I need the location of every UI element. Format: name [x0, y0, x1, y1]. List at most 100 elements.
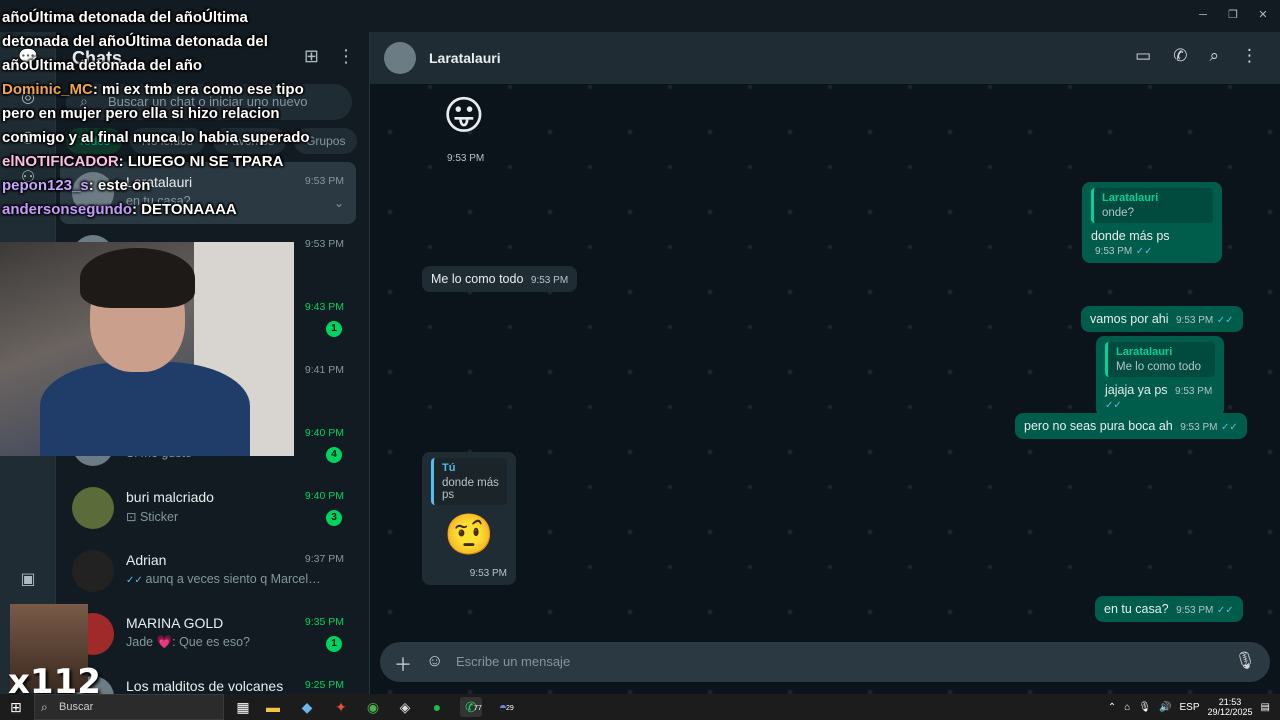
message-bubble[interactable]: 😛 9:53 PM [434, 86, 494, 170]
app-icon[interactable]: ◈ [394, 697, 416, 717]
quote-author: Tú [442, 462, 456, 474]
system-clock[interactable]: 21:53 29/12/2025 [1208, 697, 1253, 717]
chat-time: 9:37 PM [304, 553, 344, 565]
message-time: 9:53 PM [530, 275, 569, 286]
search-icon[interactable]: ⌕ [1209, 46, 1219, 66]
overlay-username: Dominic_MC [2, 81, 93, 98]
notification-icon[interactable]: ▤ [1261, 702, 1270, 713]
quoted-message[interactable]: Tú donde más ps [431, 458, 507, 505]
avatar[interactable] [384, 42, 416, 74]
chat-time: 9:53 PM [304, 238, 344, 250]
message-text: en tu casa? [1104, 602, 1169, 616]
avatar [72, 487, 114, 529]
quoted-message[interactable]: Laratalauri Me lo como todo [1105, 342, 1215, 377]
message-bubble[interactable]: pero no seas pura boca ah 9:53 PM ✓✓ [1015, 413, 1247, 439]
message-text: donde más ps [1091, 229, 1170, 243]
chevron-up-icon[interactable]: ⌃ [1108, 702, 1116, 713]
chat-name: MARINA GOLD [126, 615, 224, 631]
chat-time: 9:43 PM [304, 301, 344, 313]
chat-last-text: Sticker [139, 510, 179, 524]
overlay-text: : LIUEGO NI SE TPARA [118, 153, 284, 170]
unread-badge: 1 [326, 321, 342, 337]
read-ticks-icon: ✓✓ [1105, 400, 1122, 411]
message-composer[interactable]: ＋ ☺ Escribe un mensaje 🎙 [380, 642, 1270, 682]
unread-badge: 3 [326, 510, 342, 526]
media-icon[interactable]: ▣ [16, 568, 40, 592]
phone-icon[interactable]: ✆ [1173, 46, 1187, 66]
video-call-icon[interactable]: ▭ [1135, 46, 1151, 66]
whatsapp-badge: 77 [474, 705, 482, 712]
overlay-message: andersonsegundo: DETONAAAA [2, 198, 312, 222]
chevron-down-icon[interactable]: ⌄ [334, 196, 344, 210]
task-view-icon[interactable]: ▦ [232, 697, 254, 717]
sticker-icon: ⊡ [126, 510, 140, 524]
message-bubble[interactable]: Me lo como todo 9:53 PM [422, 266, 578, 292]
chat-time: 9:40 PM [304, 490, 344, 502]
chat-time: 9:41 PM [304, 364, 344, 376]
conversation-header: Laratalauri ▭ ✆ ⌕ ⋮ [370, 32, 1280, 84]
menu-icon[interactable]: ⋮ [337, 46, 355, 67]
webcam-overlay [0, 242, 294, 456]
network-icon[interactable]: ⌂ [1124, 702, 1130, 713]
overlay-message: elNOTIFICADOR: LIUEGO NI SE TPARA [2, 150, 312, 174]
chat-item[interactable]: buri malcriado ⊡ Sticker 9:40 PM 3 [60, 477, 356, 539]
message-bubble[interactable]: Tú donde más ps 🤨 9:53 PM [422, 452, 516, 585]
message-bubble[interactable]: Laratalauri onde? donde más ps 9:53 PM ✓… [1082, 182, 1222, 263]
stream-chat-overlay: añoÚltima detonada del añoÚltima detonad… [2, 6, 312, 222]
message-emoji: 🤨 [444, 513, 494, 557]
streamer-hair [80, 248, 195, 308]
read-ticks-icon: ✓✓ [1216, 605, 1234, 616]
chat-time: 9:40 PM [304, 427, 344, 439]
quote-text: donde más ps [442, 477, 499, 501]
message-bubble[interactable]: Laratalauri Me lo como todo jajaja ya ps… [1096, 336, 1224, 417]
microphone-icon[interactable]: 🎙 [1234, 651, 1256, 671]
taskbar-search[interactable]: ⌕ Buscar [34, 694, 224, 720]
message-input[interactable]: Escribe un mensaje [456, 654, 570, 669]
search-icon: ⌕ [41, 700, 48, 714]
chat-time: 9:25 PM [304, 679, 344, 691]
overlay-line: añoÚltima detonada del añoÚltima detonad… [2, 9, 268, 74]
message-time: 9:53 PM [469, 568, 507, 579]
restore-icon[interactable]: ❐ [1216, 4, 1250, 26]
quote-text: onde? [1102, 207, 1134, 219]
app-icon[interactable]: ✦ [330, 697, 352, 717]
quote-author: Laratalauri [1116, 346, 1173, 358]
chat-name: Adrian [126, 552, 167, 568]
unread-badge: 4 [326, 447, 342, 463]
sticker-icon[interactable]: ☺ [426, 651, 443, 671]
menu-icon[interactable]: ⋮ [1241, 46, 1258, 66]
message-time: 9:53 PM [1180, 422, 1218, 433]
message-bubble[interactable]: vamos por ahi 9:53 PM ✓✓ [1081, 306, 1243, 332]
contact-name[interactable]: Laratalauri [429, 50, 501, 66]
chat-name: buri malcriado [126, 489, 214, 505]
message-time: 9:53 PM [1095, 246, 1133, 257]
message-bubble[interactable]: en tu casa? 9:53 PM ✓✓ [1095, 596, 1243, 622]
app-icon[interactable]: ◆ [296, 697, 318, 717]
close-icon[interactable]: ✕ [1246, 4, 1280, 26]
minimize-icon[interactable]: ─ [1186, 4, 1220, 26]
spotify-icon[interactable]: ● [426, 697, 448, 717]
message-emoji: 😛 [443, 94, 485, 138]
attach-plus-icon[interactable]: ＋ [394, 651, 412, 677]
unread-badge: 1 [326, 636, 342, 652]
quoted-message[interactable]: Laratalauri onde? [1091, 188, 1213, 223]
chat-item[interactable]: MARINA GOLD Jade 💗: Que es eso? 9:35 PM … [60, 603, 356, 665]
file-explorer-icon[interactable]: ▬ [262, 697, 284, 717]
message-time: 9:53 PM [447, 153, 485, 164]
read-ticks-icon: ✓✓ [1216, 315, 1234, 326]
message-time: 9:53 PM [1176, 315, 1214, 326]
chat-last-message: ✓✓ aunq a veces siento q Marcelo regal..… [126, 572, 326, 586]
microphone-icon[interactable]: 🎙 [1138, 702, 1151, 713]
quote-author: Laratalauri [1102, 192, 1159, 204]
chat-item[interactable]: Los malditos de volcanes 9:25 PM [60, 666, 356, 694]
taskbar: ⊞ ⌕ Buscar ▦ ▬ ◆ ✦ ◉ ◈ ● ✆ 77 ◓ 29 ⌃ ⌂ 🎙… [0, 694, 1280, 720]
chat-time: 9:35 PM [304, 616, 344, 628]
windows-start-icon[interactable]: ⊞ [10, 699, 22, 716]
chrome-icon[interactable]: ◉ [362, 697, 384, 717]
overlay-text: : DETONAAAA [132, 201, 237, 218]
volume-icon[interactable]: 🔊 [1159, 702, 1171, 713]
message-text: jajaja ya ps [1105, 383, 1168, 397]
quote-text: Me lo como todo [1116, 361, 1202, 373]
language-indicator[interactable]: ESP [1179, 702, 1199, 713]
chat-item[interactable]: Adrian ✓✓ aunq a veces siento q Marcelo … [60, 540, 356, 602]
